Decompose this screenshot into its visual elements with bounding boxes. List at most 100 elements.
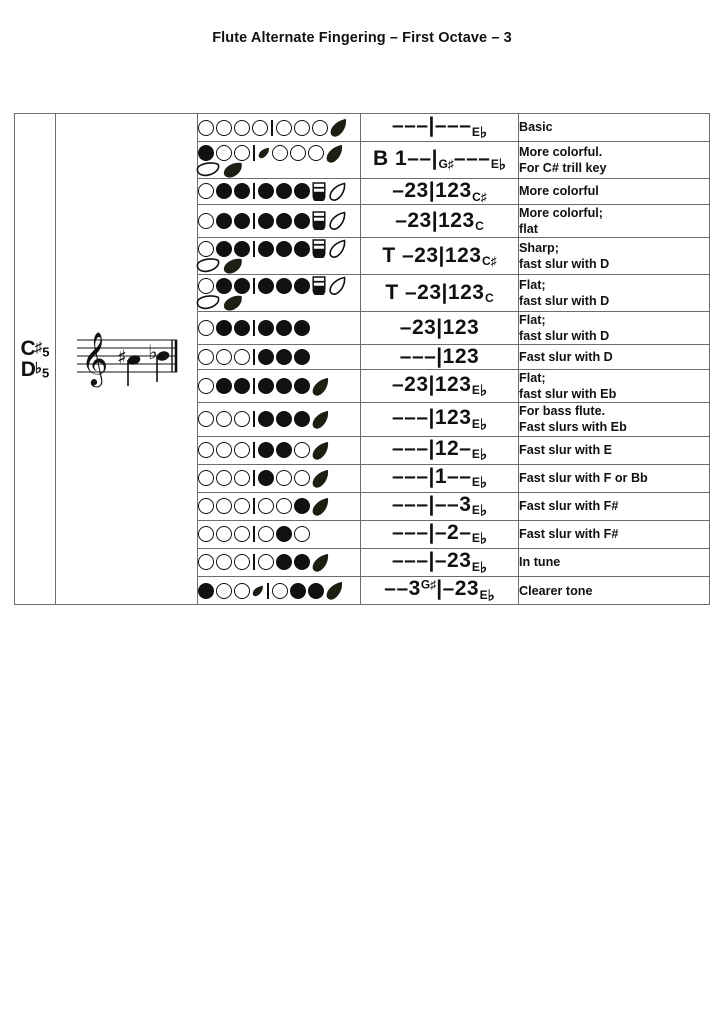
- fingering-chart-body: C♯5 D♭5 𝄞 ♯ ♭ –––|–––E♭ Basic B 1––|G♯–––E♭ More…: [14, 112, 710, 606]
- fingering-cell: [197, 435, 361, 465]
- tone-hole-closed-icon: [198, 582, 214, 599]
- fingering-cell: [197, 344, 361, 371]
- fingering-main-row: [198, 346, 360, 368]
- description-line-1: More colorful: [519, 184, 599, 199]
- tone-hole-closed-icon: [294, 349, 310, 366]
- tone-hole-open-icon: [290, 145, 306, 162]
- tone-hole-closed-icon: [294, 378, 310, 395]
- hand-divider-icon: [253, 470, 255, 487]
- description-cell: In tune: [518, 547, 710, 578]
- fingering-main-row: [198, 317, 360, 339]
- tone-hole-closed-icon: [216, 320, 232, 337]
- description-line-2: fast slur with Eb: [519, 387, 617, 402]
- fingering-cell: [197, 203, 361, 238]
- tone-hole-open-icon: [294, 442, 310, 459]
- pinky-key-closed-icon: [312, 497, 329, 516]
- tone-hole-closed-icon: [258, 442, 274, 459]
- notation-main: –23|123: [399, 316, 480, 340]
- fingering-diagram: [198, 117, 360, 139]
- notation-main: T –23|123: [385, 280, 485, 304]
- tone-hole-closed-icon: [234, 183, 250, 200]
- tone-hole-closed-icon: [234, 378, 250, 395]
- tone-hole-closed-icon: [276, 411, 292, 428]
- hand-divider-icon: [271, 119, 273, 136]
- fingering-cell: [196, 141, 361, 180]
- tone-hole-open-icon: [308, 145, 324, 162]
- description-line-1: Fast slur with F or Bb: [519, 471, 648, 486]
- thumb-key-open-icon: [196, 161, 220, 178]
- trill-key-stack-icon: [312, 276, 327, 296]
- notation-subscript: C♯: [472, 189, 487, 204]
- tone-hole-open-icon: [198, 119, 214, 136]
- tone-hole-closed-icon: [258, 183, 274, 200]
- tone-hole-open-icon: [198, 526, 214, 543]
- tone-hole-closed-icon: [234, 212, 250, 229]
- svg-text:♯: ♯: [117, 345, 127, 369]
- tone-hole-open-icon: [294, 526, 310, 543]
- hand-divider-icon: [253, 145, 255, 162]
- description-cell: Sharp; fast slur with D: [518, 236, 710, 275]
- pinky-key-closed-icon: [312, 410, 329, 429]
- tone-hole-closed-icon: [216, 212, 232, 229]
- tone-hole-open-icon: [198, 240, 214, 257]
- tone-hole-closed-icon: [258, 240, 274, 257]
- hand-divider-icon: [253, 498, 255, 515]
- notation-subscript: E♭: [471, 559, 488, 577]
- notation-main: –––|––3: [391, 492, 472, 516]
- music-staff: 𝄞 ♯ ♭: [76, 331, 177, 387]
- tone-hole-closed-icon: [198, 145, 214, 162]
- pinky-key-closed-icon: [326, 581, 343, 600]
- notation-cell: –23|123C♯: [360, 178, 519, 205]
- description-line-1: More colorful.: [519, 144, 603, 159]
- fingering-thumb-row: [196, 161, 360, 178]
- hand-divider-icon: [253, 277, 255, 294]
- notation-cell: –––|123: [360, 344, 519, 371]
- pinky-key-open-icon: [329, 182, 346, 201]
- fingering-cell: [197, 519, 361, 549]
- description-line-1: Clearer tone: [519, 583, 593, 598]
- fingering-cell: [196, 273, 361, 312]
- notation-subscript: E♭: [471, 416, 488, 433]
- page-title: Flute Alternate Fingering – First Octave…: [212, 30, 512, 46]
- tone-hole-open-icon: [198, 554, 214, 571]
- notation-cell: ––3G♯|–23E♭: [360, 576, 519, 606]
- tone-hole-closed-icon: [234, 240, 250, 257]
- pinky-key-open-icon: [329, 211, 346, 231]
- fingering-diagram: [198, 439, 360, 461]
- description-line-1: Sharp;: [519, 240, 559, 255]
- tone-hole-open-icon: [216, 119, 232, 136]
- note-name-cell: C♯5 D♭5: [14, 112, 56, 606]
- svg-text:𝄞: 𝄞: [81, 331, 108, 387]
- tone-hole-open-icon: [216, 554, 232, 571]
- tone-hole-closed-icon: [294, 498, 310, 515]
- tone-hole-open-icon: [216, 349, 232, 366]
- tone-hole-closed-icon: [258, 411, 274, 428]
- notation-cell: B 1––|G♯–––E♭: [360, 141, 519, 180]
- fingering-diagram: [198, 346, 360, 368]
- hand-divider-icon: [253, 349, 255, 366]
- description-line-1: For bass flute.: [519, 404, 606, 419]
- fingering-diagram: [198, 495, 360, 517]
- tone-hole-closed-icon: [276, 277, 292, 294]
- fingering-cell: [197, 491, 361, 521]
- description-line-1: Fast slur with E: [519, 443, 613, 458]
- description-cell: Flat; fast slur with Eb: [518, 369, 710, 404]
- tone-hole-open-icon: [294, 470, 310, 487]
- thumb-key-closed-icon: [220, 257, 244, 274]
- description-cell: Fast slur with E: [518, 435, 710, 465]
- tone-hole-open-icon: [312, 119, 328, 136]
- notation-cell: T –23|123C: [360, 273, 519, 312]
- fingering-diagram: [196, 238, 360, 274]
- notation-cell: –23|123C: [360, 203, 519, 238]
- pinky-key-open-icon: [329, 276, 346, 296]
- trill-key-stack-icon: [312, 239, 327, 259]
- hand-divider-icon: [253, 183, 255, 200]
- fingering-diagram: [198, 580, 360, 602]
- tone-hole-closed-icon: [258, 320, 274, 337]
- hand-divider-icon: [253, 442, 255, 459]
- notation-main: –––|1––: [391, 464, 472, 488]
- notation-subscript: E♭: [471, 446, 488, 464]
- description-line-1: Fast slur with D: [519, 350, 613, 365]
- tone-hole-closed-icon: [276, 240, 292, 257]
- trill-key-stack-icon: [312, 182, 327, 201]
